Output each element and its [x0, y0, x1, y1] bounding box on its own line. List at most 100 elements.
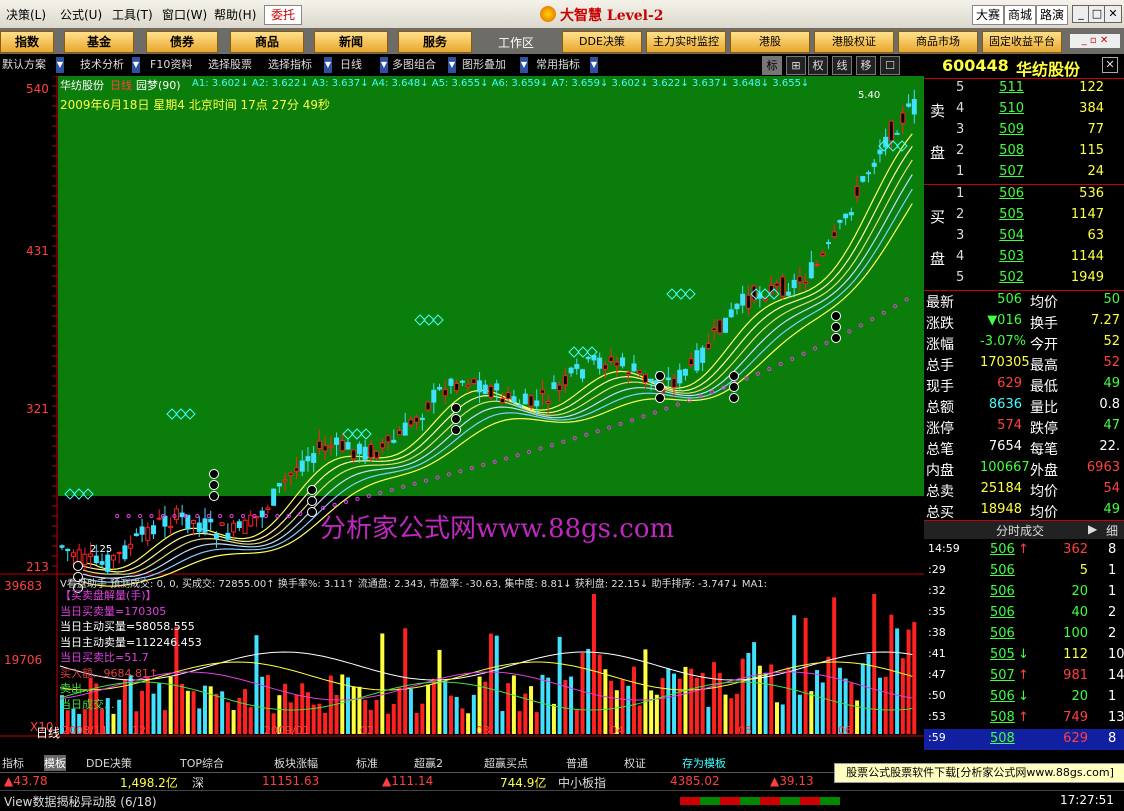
- tick-row[interactable]: :53 508 ↑ 749 13: [924, 708, 1124, 729]
- tick-row[interactable]: :41 505 ↓ 112 10: [924, 645, 1124, 666]
- ad-banner[interactable]: 股票公式股票软件下载[分析家公式网www.88gs.com]: [834, 763, 1124, 783]
- tab-dde[interactable]: DDE决策: [562, 31, 642, 53]
- tab-hk-stock[interactable]: 港股: [730, 31, 810, 53]
- mark-icon[interactable]: 标: [762, 56, 782, 75]
- close-icon[interactable]: ✕: [1104, 5, 1122, 23]
- grid-icon[interactable]: ⊞: [786, 56, 806, 75]
- book-row[interactable]: 4 503 1144: [924, 247, 1124, 268]
- book-row[interactable]: 2 505 1147: [924, 205, 1124, 226]
- tick-volume: 100: [1063, 626, 1088, 641]
- tab-index[interactable]: 指数: [0, 31, 54, 53]
- tab-commodity[interactable]: 商品: [230, 31, 304, 53]
- dropdown-arrow-icon[interactable]: ▼: [448, 57, 456, 73]
- tab-main-monitor[interactable]: 主力实时监控: [646, 31, 726, 53]
- tick-row[interactable]: :38 506 100 2: [924, 624, 1124, 645]
- candle: [562, 375, 568, 386]
- tab-bond[interactable]: 债券: [146, 31, 218, 53]
- dropdown-arrow-icon[interactable]: ▼: [324, 57, 332, 73]
- book-row[interactable]: 3 504 63: [924, 226, 1124, 247]
- period-tab[interactable]: 日线: [36, 724, 60, 741]
- tab-fixed-income[interactable]: 固定收益平台: [982, 31, 1062, 53]
- menu-tools[interactable]: 工具(T): [112, 6, 153, 23]
- menu-help[interactable]: 帮助(H): [214, 6, 256, 23]
- period-select[interactable]: 日线: [340, 57, 362, 73]
- move-icon[interactable]: 移: [856, 56, 876, 75]
- tech-analysis-button[interactable]: 技术分析: [80, 57, 124, 73]
- volume-bar: [414, 712, 419, 734]
- volume-legend-lines: 【买卖盘解量(手)】 当日买卖量=170305 当日主动买量=58058.555 当日…: [60, 588, 202, 712]
- roadshow-button[interactable]: 路演: [1036, 5, 1068, 25]
- tab-news[interactable]: 新闻: [314, 31, 388, 53]
- select-stock-button[interactable]: 选择股票: [208, 57, 252, 73]
- stat-value: 629: [997, 376, 1022, 391]
- book-row[interactable]: 2 508 115: [924, 141, 1124, 162]
- stat-value: -3.07%: [980, 334, 1026, 349]
- candle: [196, 522, 202, 532]
- scheme-select[interactable]: 默认方案: [2, 57, 46, 73]
- contest-button[interactable]: 大赛: [972, 5, 1004, 25]
- kline-chart-panel[interactable]: 540 431 321 213 39683 19706 X10 华纺股份 日线 …: [0, 75, 924, 741]
- menu-decision[interactable]: 决策(L): [6, 6, 46, 23]
- rights-icon[interactable]: 权: [808, 56, 828, 75]
- subwindow-controls-icon[interactable]: _ ▫ ✕: [1070, 34, 1120, 48]
- ticks-detail-tab[interactable]: 细: [1106, 522, 1118, 539]
- book-volume: 115: [1079, 143, 1104, 158]
- indicator-tab[interactable]: 标准: [356, 755, 378, 771]
- book-row[interactable]: 3 509 77: [924, 120, 1124, 141]
- ticks-arrow-icon[interactable]: ▶: [1088, 522, 1097, 536]
- indicator-tab[interactable]: 权证: [624, 755, 646, 771]
- volume-bar: [889, 614, 894, 734]
- tick-row[interactable]: 14:59 506 ↑ 362 8: [924, 540, 1124, 561]
- mall-button[interactable]: 商城: [1004, 5, 1036, 25]
- price-axis-label: 321: [26, 402, 49, 416]
- indicator-tab[interactable]: 板块涨幅: [274, 755, 318, 771]
- volume-bar: [860, 663, 865, 734]
- window-icon[interactable]: ☐: [880, 56, 900, 75]
- close-icon[interactable]: ✕: [1102, 57, 1118, 73]
- indicator-tab[interactable]: 指标: [2, 755, 24, 771]
- dropdown-arrow-icon[interactable]: ▼: [132, 57, 140, 73]
- tab-fund[interactable]: 基金: [64, 31, 134, 53]
- indicator-tab[interactable]: TOP综合: [180, 755, 224, 771]
- dropdown-arrow-icon[interactable]: ▼: [590, 57, 598, 73]
- date-axis-label: 05: [738, 724, 752, 737]
- tick-row[interactable]: :47 507 ↑ 981 14: [924, 666, 1124, 687]
- indicator-tab[interactable]: 超赢2: [414, 755, 443, 771]
- indicator-tab[interactable]: 超赢买点: [484, 755, 528, 771]
- candle: [459, 380, 465, 383]
- candle: [539, 389, 545, 394]
- book-row[interactable]: 1 507 24: [924, 162, 1124, 183]
- book-row[interactable]: 4 510 384: [924, 99, 1124, 120]
- multi-chart-button[interactable]: 多图组合: [392, 57, 436, 73]
- tick-row[interactable]: :59 508 629 8: [924, 729, 1124, 750]
- tick-row[interactable]: :35 506 40 2: [924, 603, 1124, 624]
- select-indicator-button[interactable]: 选择指标: [268, 57, 312, 73]
- volume-bar: [649, 690, 654, 734]
- tick-row[interactable]: :50 506 ↓ 20 1: [924, 687, 1124, 708]
- news-ticker[interactable]: View数据揭秘异动股 (6/18): [4, 793, 157, 810]
- indicator-tab[interactable]: DDE决策: [86, 755, 132, 771]
- f10-button[interactable]: F10资料: [150, 57, 192, 73]
- overlay-button[interactable]: 图形叠加: [462, 57, 506, 73]
- indicator-tab[interactable]: 模板: [44, 755, 66, 771]
- dropdown-arrow-icon[interactable]: ▼: [380, 57, 388, 73]
- dropdown-arrow-icon[interactable]: ▼: [56, 57, 64, 73]
- tick-row[interactable]: :32 506 20 1: [924, 582, 1124, 603]
- tick-row[interactable]: :29 506 5 1: [924, 561, 1124, 582]
- tab-commodity-market[interactable]: 商品市场: [898, 31, 978, 53]
- menu-formula[interactable]: 公式(U): [60, 6, 102, 23]
- candle: [116, 551, 122, 554]
- volume-bar: [752, 642, 757, 734]
- menu-window[interactable]: 窗口(W): [162, 6, 207, 23]
- tab-hk-warrant[interactable]: 港股权证: [814, 31, 894, 53]
- weituo-button[interactable]: 委托: [264, 5, 302, 25]
- indicator-tab[interactable]: 存为模板: [682, 755, 726, 771]
- tab-service[interactable]: 服务: [398, 31, 472, 53]
- dropdown-arrow-icon[interactable]: ▼: [520, 57, 528, 73]
- common-indicator-button[interactable]: 常用指标: [536, 57, 580, 73]
- book-row[interactable]: 5 502 1949: [924, 268, 1124, 289]
- line-icon[interactable]: 线: [832, 56, 852, 75]
- book-row[interactable]: 5 511 122: [924, 78, 1124, 99]
- book-row[interactable]: 1 506 536: [924, 184, 1124, 205]
- indicator-tab[interactable]: 普通: [566, 755, 588, 771]
